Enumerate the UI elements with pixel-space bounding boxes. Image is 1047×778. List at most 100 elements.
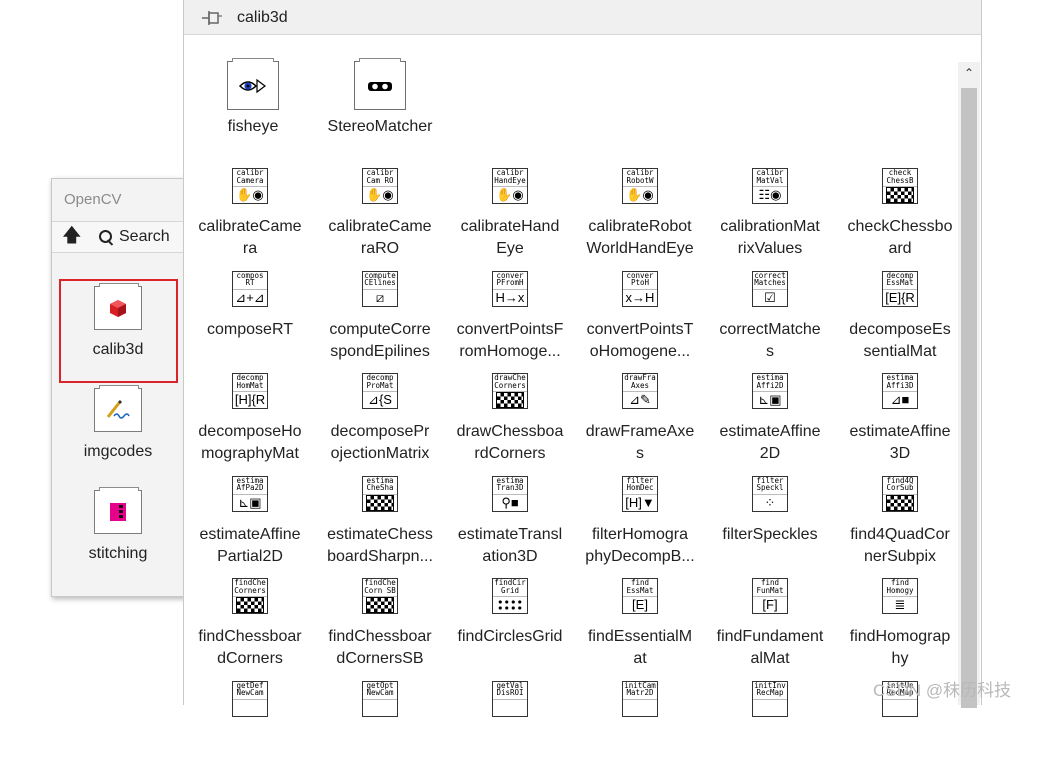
vi-icon: decomp EssMat [E]{R	[882, 270, 918, 307]
vi-item[interactable]: calibr Cam RO ✋◉ calibrateCame raRO	[315, 163, 445, 265]
vi-label-line: s	[766, 342, 774, 360]
vi-item[interactable]: estima Affi3D ⊿■ estimateAffine 3D	[835, 368, 965, 470]
vi-glyph-icon: H→x	[495, 289, 525, 305]
vi-item[interactable]: find EssMat [E] findEssentialM at	[575, 573, 705, 675]
vi-label-line: hy	[891, 650, 909, 667]
vi-item[interactable]: drawChe Corners drawChessboa rdCorners	[445, 368, 575, 470]
search-button[interactable]: Search	[99, 225, 170, 249]
vi-item[interactable]: compos RT ⊿+⊿ composeRT	[185, 266, 315, 368]
vi-icon: getDef NewCam	[232, 680, 268, 717]
vi-icon-text: conver PFromH	[493, 272, 527, 290]
palette-item-stitching[interactable]: stitching	[52, 473, 192, 575]
vi-icon-text: estima CheSha	[363, 477, 397, 495]
vi-icon-text-line: PFromH	[496, 278, 524, 287]
vi-icon: compos RT ⊿+⊿	[232, 270, 268, 307]
vi-glyph-icon: ⁘	[764, 494, 776, 510]
vi-item[interactable]: conver PFromH H→x convertPointsF romHomoge..…	[445, 266, 575, 368]
vi-glyph-icon: ⧄	[375, 289, 385, 305]
vi-glyph-icon: ⊿✎	[629, 392, 651, 407]
palette-item-calib3d[interactable]: calib3d	[52, 269, 192, 383]
vi-icon-text-line: DisROI	[496, 688, 524, 697]
vi-item[interactable]: initInv RecMap	[705, 676, 835, 778]
vi-item[interactable]: findChe Corners findChessboar dCorners	[185, 573, 315, 675]
vi-label: convertPointsF romHomoge...	[445, 319, 575, 363]
vi-label-line: checkChessbo	[847, 218, 953, 235]
vi-icon-text: drawFra Axes	[623, 374, 657, 392]
window-title: calib3d	[237, 9, 288, 26]
vi-label-line: romHomoge...	[459, 342, 561, 360]
vi-icon: findChe Corn SB	[362, 578, 398, 614]
vi-item[interactable]: calibr RobotW ✋◉ calibrateRobot WorldHandEye	[575, 163, 705, 265]
vi-glyph-icon: ⊾▣	[758, 392, 782, 407]
vi-item[interactable]: decomp HomMat [H]{R decomposeHo mographyMat	[185, 368, 315, 470]
vi-item[interactable]: drawFra Axes ⊿✎ drawFrameAxe s	[575, 368, 705, 470]
vi-icon: conver PtoH x→H	[622, 270, 658, 307]
pin-icon[interactable]	[201, 10, 223, 26]
vi-item[interactable]: filter HomDec [H]▼ filterHomogra phyDecompB.…	[575, 471, 705, 573]
vi-icon: filter HomDec [H]▼	[622, 475, 658, 512]
vi-item[interactable]: filter Speckl ⁘ filterSpeckles	[705, 471, 835, 573]
vi-icon-text: estima Affi3D	[883, 374, 917, 392]
vi-item[interactable]: check ChessB checkChessbo ard	[835, 163, 965, 265]
vi-label: correctMatche s	[705, 319, 835, 363]
vi-item[interactable]: estima Tran3D ⚲■ estimateTransl ation3D	[445, 471, 575, 573]
vi-item[interactable]: calibr HandEye ✋◉ calibrateHand Eye	[445, 163, 575, 265]
vi-item[interactable]: find4Q CorSub find4QuadCor nerSubpix	[835, 471, 965, 573]
vi-label-line: drawChessboa	[456, 423, 564, 440]
vi-label-line: dCorners	[217, 650, 283, 667]
vi-icon-text-line: ChessB	[886, 175, 914, 185]
vi-label: calibrationMat rixValues	[705, 216, 835, 260]
checkerboard-pattern	[236, 597, 264, 613]
scroll-up-icon[interactable]: ⌃	[958, 62, 980, 84]
scroll-thumb[interactable]	[961, 88, 977, 708]
vi-label: findHomograp hy	[835, 626, 965, 670]
vi-label-line: filterHomogra	[591, 525, 689, 543]
vi-glyph-icon	[883, 699, 917, 716]
vi-label-line: estimateAffine	[849, 423, 951, 440]
vi-icon-text-line: MatVal	[756, 175, 784, 185]
up-arrow-icon[interactable]: 🡅	[62, 225, 82, 247]
vi-item[interactable]: findCir Grid findCirclesGrid	[445, 573, 575, 675]
vi-label-line: ra	[242, 240, 258, 257]
vi-item[interactable]: findChe Corn SB findChessboar dCornersSB	[315, 573, 445, 675]
vi-item[interactable]: calibr MatVal ☷◉ calibrationMat rixValues	[705, 163, 835, 265]
vi-item[interactable]: conver PtoH x→H convertPointsT oHomogene...	[575, 266, 705, 368]
vi-label-line: s	[636, 445, 644, 462]
vi-item[interactable]: estima CheSha estimateChess boardSharpn...	[315, 471, 445, 573]
vi-label-line: spondEpilines	[330, 342, 430, 360]
vi-item[interactable]: calibr Camera ✋◉ calibrateCame ra	[185, 163, 315, 265]
vi-item[interactable]: estima Affi2D ⊾▣ estimateAffine 2D	[705, 368, 835, 470]
vi-label: find4QuadCor nerSubpix	[835, 524, 965, 568]
vi-icon-text: calibr MatVal	[753, 169, 787, 187]
vi-item[interactable]: getDef NewCam	[185, 676, 315, 778]
vi-icon-text: find Homogy	[883, 579, 917, 597]
vi-label: convertPointsT oHomogene...	[575, 319, 705, 363]
vi-glyph-icon	[233, 699, 267, 716]
checkerboard-icon	[233, 596, 267, 613]
vi-glyph-icon: ✋◉	[626, 187, 654, 202]
vertical-scrollbar[interactable]: ⌃	[958, 62, 980, 708]
vi-item[interactable]: find Homogy ≣ findHomograp hy	[835, 573, 965, 675]
vi-label-line: WorldHandEye	[586, 240, 694, 257]
vi-label-line: convertPointsT	[586, 320, 694, 338]
vi-icon: estima AfPa2D ⊾▣	[232, 475, 268, 512]
vi-item[interactable]: correct Matches ☑ correctMatche s	[705, 266, 835, 368]
vi-item[interactable]: initCam Matr2D	[575, 676, 705, 778]
vi-icon-text-line: FunMat	[756, 585, 784, 595]
vi-icon: calibr RobotW ✋◉	[622, 168, 658, 204]
vi-item[interactable]: decomp ProMat ⊿{S decomposePr ojectionMatrix	[315, 368, 445, 470]
checkerboard-icon	[883, 494, 917, 511]
vi-label-line: calibrateRobot	[588, 218, 692, 235]
vi-item[interactable]: getVal DisROI	[445, 676, 575, 778]
vi-label-line: decomposePr	[330, 423, 430, 440]
vi-item[interactable]: find FunMat [F] findFundament alMat	[705, 573, 835, 675]
vi-item[interactable]: getOpt NewCam	[315, 676, 445, 778]
palette-item-imgcodes[interactable]: imgcodes	[52, 371, 192, 473]
vi-item[interactable]: estima AfPa2D ⊾▣ estimateAffine Partial2D	[185, 471, 315, 573]
vi-label: decomposeHo mographyMat	[185, 421, 315, 465]
vi-label-line: convertPointsF	[456, 320, 564, 338]
vi-label-line: nerSubpix	[863, 547, 937, 565]
vi-item[interactable]: compute CElines ⧄ computeCorre spondEpilines	[315, 266, 445, 368]
vi-item[interactable]: decomp EssMat [E]{R decomposeEs sentialMat	[835, 266, 965, 368]
vi-glyph-icon	[623, 699, 657, 716]
